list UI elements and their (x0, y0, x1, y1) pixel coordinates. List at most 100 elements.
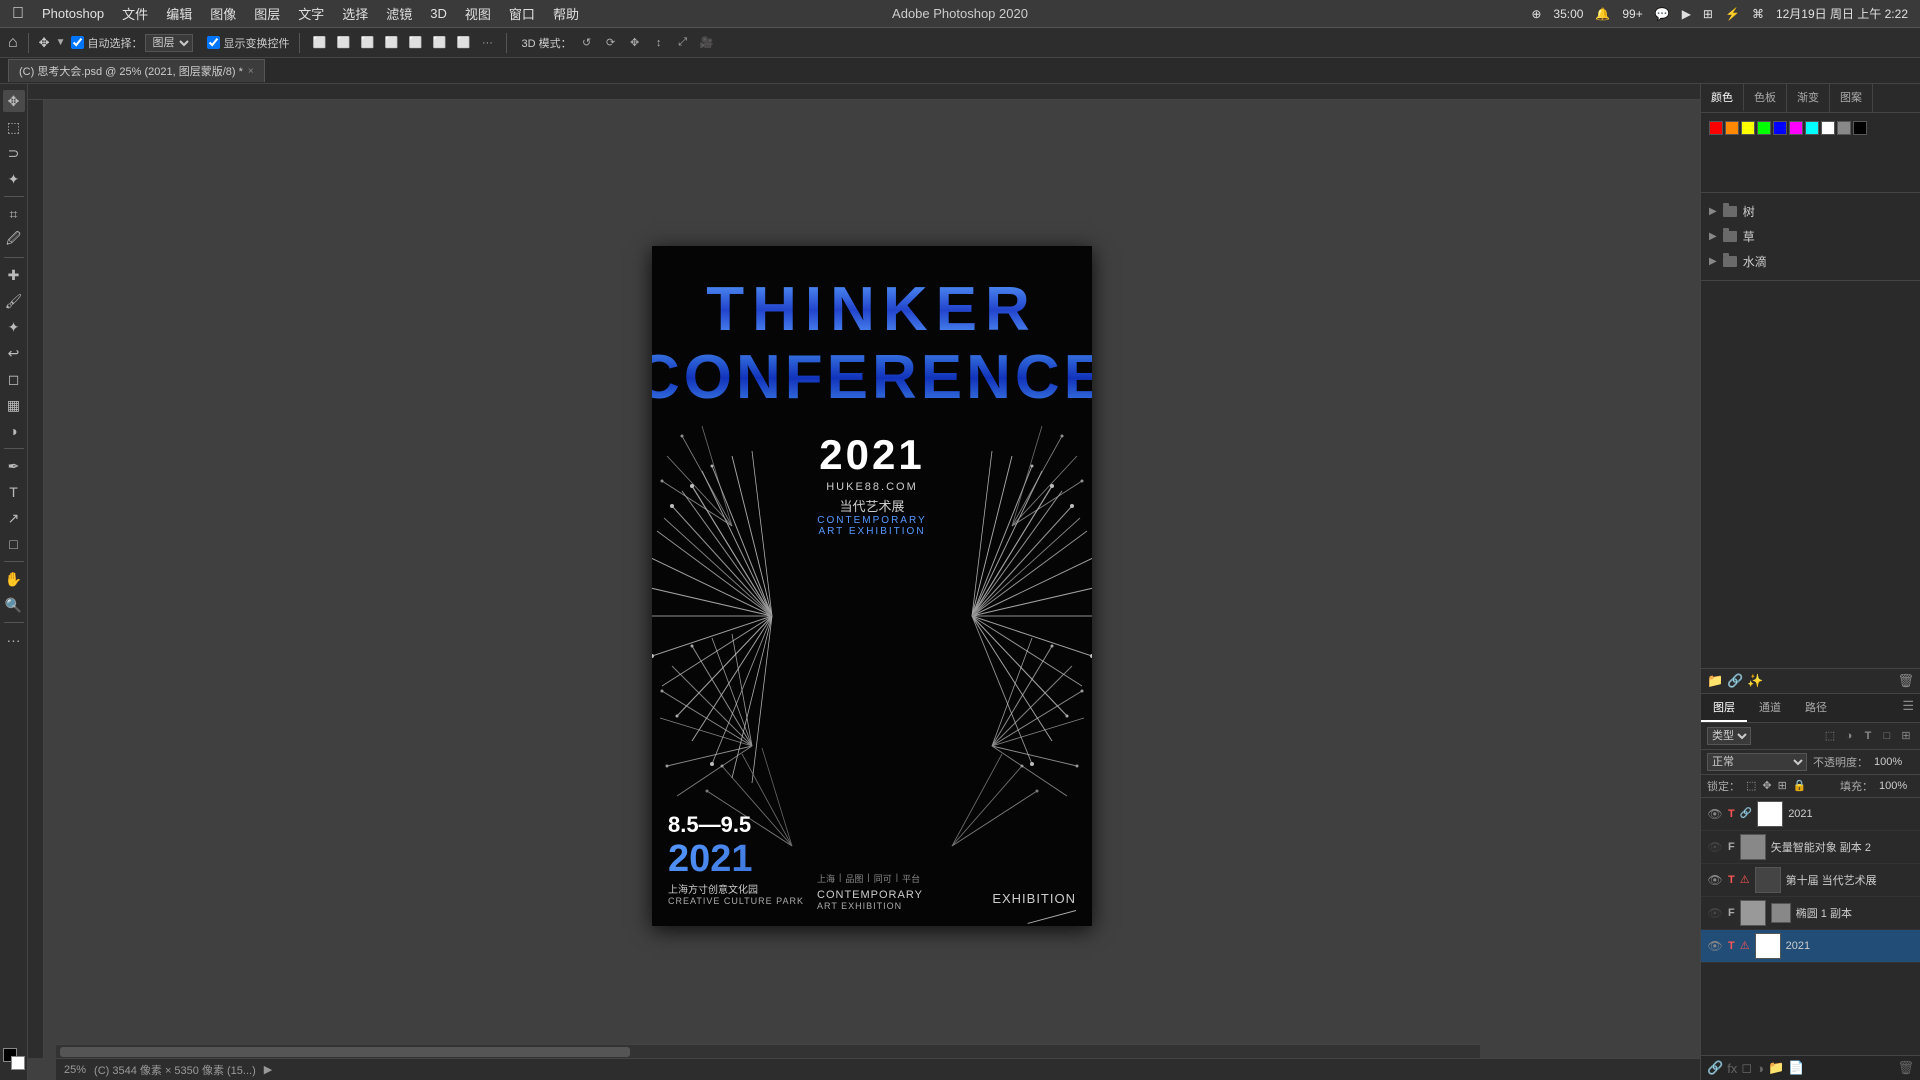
3d-roll-icon[interactable]: ⟳ (602, 34, 620, 52)
filter-smart-icon[interactable]: ⊞ (1898, 728, 1914, 744)
transform-checkbox[interactable] (207, 36, 220, 49)
lock-all-icon[interactable]: 🔒 (1793, 779, 1807, 792)
swatch-white[interactable] (1821, 121, 1835, 135)
layers-filter-select[interactable]: 类型 (1707, 727, 1751, 745)
fill-value[interactable]: 100% (1879, 780, 1914, 792)
tab-close-button[interactable]: × (248, 66, 254, 77)
swatch-black[interactable] (1853, 121, 1867, 135)
3d-pan-icon[interactable]: ✥ (626, 34, 644, 52)
3d-video-icon[interactable]: 🎥 (698, 34, 716, 52)
tab-channels[interactable]: 通道 (1747, 694, 1793, 722)
swatch-green[interactable] (1757, 121, 1771, 135)
filter-text-icon[interactable]: T (1860, 728, 1876, 744)
new-layer-icon[interactable]: 📄 (1788, 1060, 1804, 1076)
grid-icon[interactable]: ⊞ (1703, 7, 1713, 21)
clone-stamp-tool[interactable]: ✦ (3, 316, 25, 338)
add-mask-icon[interactable]: ◻ (1741, 1060, 1752, 1076)
notification-bell[interactable]: 🔔 (1595, 7, 1610, 21)
auto-select-checkbox[interactable] (71, 36, 84, 49)
app-name[interactable]: Photoshop (42, 6, 104, 21)
hand-tool[interactable]: ✋ (3, 568, 25, 590)
align-bottom-icon[interactable]: ⬜ (430, 34, 448, 52)
new-group-icon[interactable]: 📁 (1768, 1060, 1784, 1076)
history-brush-tool[interactable]: ↩ (3, 342, 25, 364)
playback-icon[interactable]: ▶ (1682, 7, 1691, 21)
path-selection-tool[interactable]: ↗ (3, 507, 25, 529)
zoom-tool[interactable]: 🔍 (3, 594, 25, 616)
blend-mode-select[interactable]: 正常 (1707, 753, 1807, 771)
align-center-h-icon[interactable]: ⬜ (334, 34, 352, 52)
align-center-v-icon[interactable]: ⬜ (406, 34, 424, 52)
brush-tool[interactable]: 🖌 (3, 290, 25, 312)
menu-help[interactable]: 帮助 (553, 4, 579, 23)
delete-action-icon[interactable]: 🗑 (1897, 673, 1914, 689)
layer-visibility-2021-bottom[interactable]: 👁 (1707, 938, 1723, 954)
lock-position-icon[interactable]: ✥ (1762, 779, 1771, 792)
filter-pixel-icon[interactable]: ⬚ (1822, 728, 1838, 744)
eraser-tool[interactable]: ◻ (3, 368, 25, 390)
swatch-orange[interactable] (1725, 121, 1739, 135)
menu-window[interactable]: 窗口 (509, 4, 535, 23)
delete-layer-icon[interactable]: 🗑 (1897, 1060, 1914, 1076)
apple-icon[interactable]:  (12, 5, 24, 23)
crop-tool[interactable]: ⌗ (3, 203, 25, 225)
menu-select[interactable]: 选择 (342, 4, 368, 23)
menu-view[interactable]: 视图 (465, 4, 491, 23)
3d-slide-icon[interactable]: ↕ (650, 34, 668, 52)
tab-patterns[interactable]: 图案 (1830, 84, 1873, 112)
menu-edit[interactable]: 编辑 (166, 4, 192, 23)
fx-action-icon[interactable]: ✨ (1747, 673, 1763, 689)
menu-file[interactable]: 文件 (122, 4, 148, 23)
menu-text[interactable]: 文字 (298, 4, 324, 23)
align-top-icon[interactable]: ⬜ (382, 34, 400, 52)
3d-rotate-icon[interactable]: ↺ (578, 34, 596, 52)
dodge-tool[interactable]: ◑ (3, 420, 25, 442)
swatch-blue[interactable] (1773, 121, 1787, 135)
horizontal-scrollbar[interactable] (56, 1044, 1480, 1058)
tab-color[interactable]: 颜色 (1701, 84, 1744, 112)
3d-scale-icon[interactable]: ⤢ (674, 34, 692, 52)
swatch-yellow[interactable] (1741, 121, 1755, 135)
layer-group-tree[interactable]: ▶ 树 (1701, 199, 1920, 224)
folder-action-icon[interactable]: 📁 (1707, 673, 1723, 689)
healing-tool[interactable]: ✚ (3, 264, 25, 286)
layer-group-water[interactable]: ▶ 水滴 (1701, 249, 1920, 274)
layer-visibility-10th[interactable]: 👁 (1707, 872, 1723, 888)
gradient-tool[interactable]: ▦ (3, 394, 25, 416)
swatch-gray[interactable] (1837, 121, 1851, 135)
marquee-tool[interactable]: ⬚ (3, 116, 25, 138)
more-options-icon[interactable]: ··· (478, 34, 496, 52)
pen-tool[interactable]: ✒ (3, 455, 25, 477)
shape-tool[interactable]: □ (3, 533, 25, 555)
extra-tool[interactable]: ··· (3, 629, 25, 651)
menu-layer[interactable]: 图层 (254, 4, 280, 23)
tab-gradient[interactable]: 渐变 (1787, 84, 1830, 112)
filter-adjustment-icon[interactable]: ◑ (1841, 728, 1857, 744)
layer-visibility-smart2[interactable]: 👁 (1707, 839, 1723, 855)
type-tool[interactable]: T (3, 481, 25, 503)
swatch-red[interactable] (1709, 121, 1723, 135)
home-icon[interactable]: ⌂ (8, 34, 18, 52)
move-tool[interactable]: ✥ (3, 90, 25, 112)
opacity-value[interactable]: 100% (1874, 756, 1914, 768)
tab-paths[interactable]: 路径 (1793, 694, 1839, 722)
document-tab[interactable]: (C) 思考大会.psd @ 25% (2021, 图层蒙版/8) * × (8, 59, 265, 82)
layer-visibility-ellipse[interactable]: 👁 (1707, 905, 1723, 921)
menu-3d[interactable]: 3D (430, 6, 447, 21)
lock-artboard-icon[interactable]: ⊞ (1778, 779, 1787, 792)
align-left-icon[interactable]: ⬜ (310, 34, 328, 52)
wechat-icon[interactable]: 💬 (1655, 7, 1670, 21)
eyedropper-tool[interactable]: 🖉 (3, 229, 25, 251)
layer-group-grass[interactable]: ▶ 草 (1701, 224, 1920, 249)
align-extra-icon[interactable]: ⬜ (454, 34, 472, 52)
link-layers-icon[interactable]: 🔗 (1707, 1060, 1723, 1076)
swatch-cyan[interactable] (1805, 121, 1819, 135)
magic-wand-tool[interactable]: ✦ (3, 168, 25, 190)
layer-visibility-2021-top[interactable]: 👁 (1707, 806, 1723, 822)
layer-item-ellipse[interactable]: 👁 F 椭圆 1 副本 (1701, 897, 1920, 930)
layer-item-10th[interactable]: 👁 T ⚠ 第十届 当代艺术展 (1701, 864, 1920, 897)
tab-layers[interactable]: 图层 (1701, 694, 1747, 722)
tab-swatches[interactable]: 色板 (1744, 84, 1787, 112)
filter-shape-icon[interactable]: □ (1879, 728, 1895, 744)
link-action-icon[interactable]: 🔗 (1727, 673, 1743, 689)
